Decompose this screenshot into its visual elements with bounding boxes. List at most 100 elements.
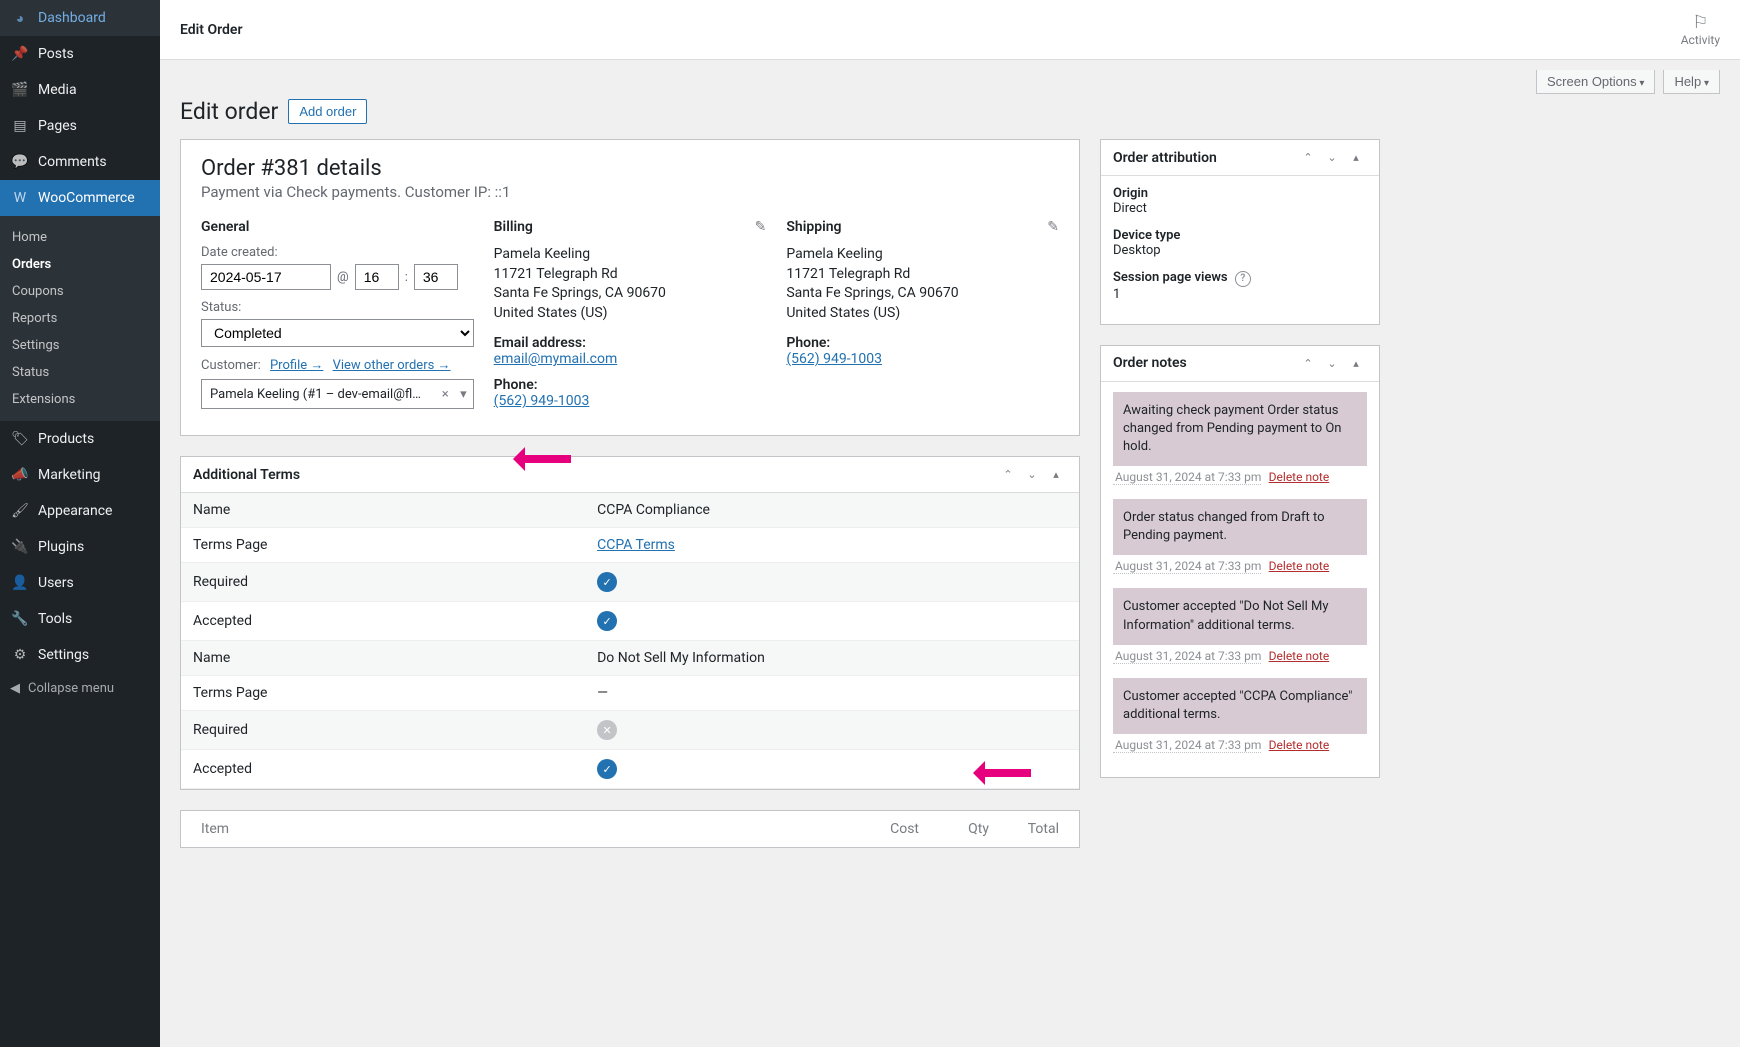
delete-note-link[interactable]: Delete note — [1269, 649, 1330, 663]
panel-collapse-icon[interactable]: ▴ — [1045, 464, 1067, 486]
sidebar-item-label: WooCommerce — [38, 190, 135, 206]
terms-row-value: ✓ — [585, 602, 1079, 641]
collapse-icon: ◀ — [10, 681, 20, 696]
dashboard-icon: ◕ — [10, 8, 30, 28]
panel-up-icon[interactable]: ⌃ — [1297, 147, 1319, 169]
terms-row-value: ✓ — [585, 563, 1079, 602]
edit-billing-icon[interactable]: ✎ — [755, 219, 767, 235]
panel-up-icon[interactable]: ⌃ — [997, 464, 1019, 486]
terms-row-label: Required — [181, 563, 585, 602]
terms-row: Terms Page — — [181, 676, 1079, 711]
panel-collapse-icon[interactable]: ▴ — [1345, 147, 1367, 169]
submenu-item-coupons[interactable]: Coupons — [0, 278, 160, 305]
order-note: Awaiting check payment Order status chan… — [1113, 392, 1367, 467]
gear-icon: ⚙ — [10, 645, 30, 665]
order-notes-panel: Order notes ⌃ ⌄ ▴ Awaiting check payment… — [1100, 345, 1380, 779]
sidebar-item-pages[interactable]: ▤ Pages — [0, 108, 160, 144]
help-tab[interactable]: Help — [1663, 70, 1720, 94]
terms-row-value: CCPA Terms — [585, 528, 1079, 563]
shipping-heading: Shipping — [786, 219, 1059, 235]
activity-button[interactable]: ⚐ Activity — [1681, 12, 1720, 47]
order-attribution-panel: Order attribution ⌃ ⌄ ▴ Origin Direct — [1100, 139, 1380, 325]
terms-row: Name Do Not Sell My Information — [181, 641, 1079, 676]
sidebar-item-woocommerce[interactable]: W WooCommerce — [0, 180, 160, 216]
delete-note-link[interactable]: Delete note — [1269, 738, 1330, 752]
terms-row: Name CCPA Compliance — [181, 493, 1079, 528]
admin-sidebar: ◕ Dashboard 📌 Posts 🎬 Media ▤ Pages 💬 Co… — [0, 0, 160, 1047]
collapse-menu-button[interactable]: ◀ Collapse menu — [0, 673, 160, 704]
chevron-down-icon[interactable]: ▾ — [460, 387, 467, 402]
sidebar-item-appearance[interactable]: 🖌 Appearance — [0, 493, 160, 529]
general-heading: General — [201, 219, 474, 235]
terms-row: Required ✕ — [181, 711, 1079, 750]
terms-row-label: Accepted — [181, 602, 585, 641]
terms-row: Required ✓ — [181, 563, 1079, 602]
shipping-address: Pamela Keeling 11721 Telegraph Rd Santa … — [786, 245, 1059, 323]
flag-icon: ⚐ — [1692, 12, 1708, 33]
sidebar-item-label: Appearance — [38, 503, 112, 519]
sidebar-item-media[interactable]: 🎬 Media — [0, 72, 160, 108]
sidebar-item-label: Products — [38, 431, 94, 447]
submenu-item-orders[interactable]: Orders — [0, 251, 160, 278]
sidebar-item-plugins[interactable]: 🔌 Plugins — [0, 529, 160, 565]
terms-row: Accepted ✓ — [181, 602, 1079, 641]
view-other-orders-link[interactable]: View other orders → — [333, 358, 451, 373]
panel-down-icon[interactable]: ⌄ — [1321, 352, 1343, 374]
submenu-item-status[interactable]: Status — [0, 359, 160, 386]
panel-collapse-icon[interactable]: ▴ — [1345, 352, 1367, 374]
sidebar-item-label: Media — [38, 82, 77, 98]
topbar: Edit Order ⚐ Activity — [160, 0, 1740, 60]
billing-address: Pamela Keeling 11721 Telegraph Rd Santa … — [494, 245, 767, 323]
terms-page-link[interactable]: CCPA Terms — [597, 537, 675, 553]
help-icon[interactable]: ? — [1235, 271, 1251, 287]
submenu-item-extensions[interactable]: Extensions — [0, 386, 160, 413]
panel-down-icon[interactable]: ⌄ — [1321, 147, 1343, 169]
date-created-input[interactable] — [201, 264, 331, 290]
submenu-item-settings[interactable]: Settings — [0, 332, 160, 359]
sidebar-item-label: Marketing — [38, 467, 101, 483]
sidebar-item-settings[interactable]: ⚙ Settings — [0, 637, 160, 673]
sidebar-item-comments[interactable]: 💬 Comments — [0, 144, 160, 180]
sidebar-item-posts[interactable]: 📌 Posts — [0, 36, 160, 72]
submenu-item-reports[interactable]: Reports — [0, 305, 160, 332]
submenu-item-home[interactable]: Home — [0, 224, 160, 251]
delete-note-link[interactable]: Delete note — [1269, 470, 1330, 484]
status-select[interactable]: Completed — [201, 319, 474, 347]
tag-icon: 🏷 — [10, 429, 30, 449]
sidebar-item-users[interactable]: 👤 Users — [0, 565, 160, 601]
terms-row-label: Name — [181, 641, 585, 676]
sidebar-item-marketing[interactable]: 📣 Marketing — [0, 457, 160, 493]
brush-icon: 🖌 — [10, 501, 30, 521]
billing-phone-link[interactable]: (562) 949-1003 — [494, 393, 590, 409]
sidebar-item-label: Settings — [38, 647, 89, 663]
panel-up-icon[interactable]: ⌃ — [1297, 352, 1319, 374]
customer-select[interactable]: Pamela Keeling (#1 – dev-email@fl… × ▾ — [201, 379, 474, 409]
sidebar-item-products[interactable]: 🏷 Products — [0, 421, 160, 457]
terms-row-value: ✓ — [585, 750, 1079, 789]
comment-icon: 💬 — [10, 152, 30, 172]
screen-options-tab[interactable]: Screen Options — [1536, 70, 1655, 94]
sidebar-item-label: Plugins — [38, 539, 84, 555]
clear-customer-icon[interactable]: × — [442, 387, 449, 402]
edit-shipping-icon[interactable]: ✎ — [1047, 219, 1059, 235]
sidebar-item-dashboard[interactable]: ◕ Dashboard — [0, 0, 160, 36]
billing-email-link[interactable]: email@mymail.com — [494, 351, 618, 367]
shipping-phone-link[interactable]: (562) 949-1003 — [786, 351, 882, 367]
profile-link[interactable]: Profile → — [270, 358, 323, 373]
sidebar-item-label: Pages — [38, 118, 77, 134]
megaphone-icon: 📣 — [10, 465, 30, 485]
sidebar-item-tools[interactable]: 🔧 Tools — [0, 601, 160, 637]
delete-note-link[interactable]: Delete note — [1269, 559, 1330, 573]
add-order-button[interactable]: Add order — [288, 99, 367, 124]
terms-row-value: Do Not Sell My Information — [585, 641, 1079, 676]
hour-input[interactable] — [355, 264, 399, 290]
page-icon: ▤ — [10, 116, 30, 136]
order-note: Customer accepted "Do Not Sell My Inform… — [1113, 588, 1367, 644]
minute-input[interactable] — [414, 264, 458, 290]
sidebar-item-label: Posts — [38, 46, 74, 62]
woo-icon: W — [10, 188, 30, 208]
terms-row: Terms Page CCPA Terms — [181, 528, 1079, 563]
panel-down-icon[interactable]: ⌄ — [1021, 464, 1043, 486]
terms-row-label: Accepted — [181, 750, 585, 789]
check-icon: ✓ — [597, 572, 617, 592]
